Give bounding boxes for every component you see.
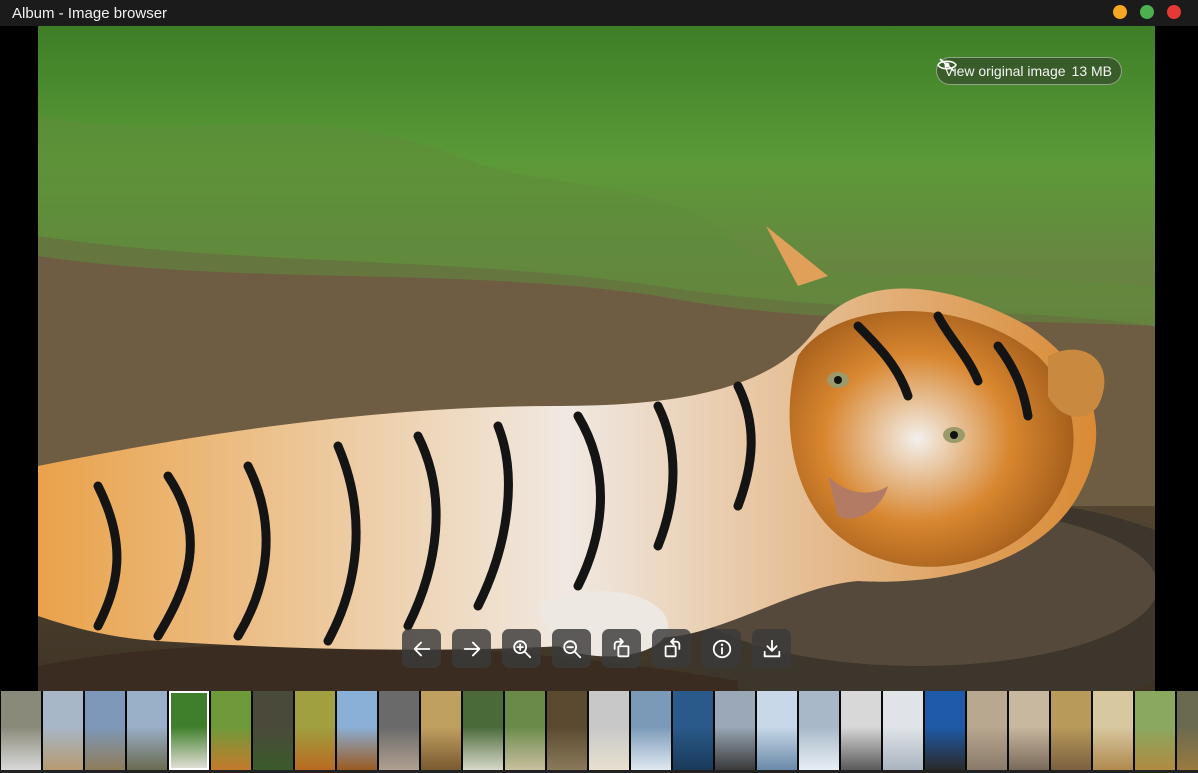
info-button[interactable] (702, 629, 741, 668)
previous-button[interactable] (402, 629, 441, 668)
thumbnail-red-panda[interactable] (211, 691, 251, 770)
thumbnail-meerkat[interactable] (379, 691, 419, 770)
thumbnail-zebras[interactable] (1, 691, 41, 770)
zoom-out-button[interactable] (552, 629, 591, 668)
thumbnail-penguins-in-snow[interactable] (883, 691, 923, 770)
thumbnail-polar-bears[interactable] (589, 691, 629, 770)
window-controls (1113, 5, 1181, 19)
close-button[interactable] (1167, 5, 1181, 19)
thumbnail-penguin-on-ice[interactable] (799, 691, 839, 770)
thumbnail-icebergs[interactable] (757, 691, 797, 770)
next-button[interactable] (452, 629, 491, 668)
window-title: Album - Image browser (12, 4, 168, 22)
thumbnail-autumn-hills[interactable] (421, 691, 461, 770)
main-image[interactable]: View original image 13 MB (38, 26, 1155, 691)
tiger-photo-illustration (38, 26, 1155, 691)
download-icon (763, 639, 780, 657)
thumbnail-sheep-on-meadow[interactable] (463, 691, 503, 770)
thumbnail-lion-portrait[interactable] (1177, 691, 1198, 770)
thumbnail-penguin-walking[interactable] (1009, 691, 1049, 770)
original-size: 13 MB (1071, 63, 1112, 79)
thumbnail-penguins-blue-sky[interactable] (925, 691, 965, 770)
thumbnail-savanna-landscape[interactable] (85, 691, 125, 770)
maximize-button[interactable] (1140, 5, 1154, 19)
thumbnail-squirrel[interactable] (295, 691, 335, 770)
download-button[interactable] (752, 629, 791, 668)
view-original-label: View original image (944, 63, 1066, 79)
thumbnail-zebras-on-savanna[interactable] (43, 691, 83, 770)
title-bar: Album - Image browser (0, 0, 1198, 26)
arrow-right-icon (463, 641, 480, 656)
thumbnail-penguins-on-ice[interactable] (631, 691, 671, 770)
minimize-button[interactable] (1113, 5, 1127, 19)
thumbnail-strip (0, 691, 1198, 770)
image-viewer: View original image 13 MB (0, 26, 1198, 691)
zoom-in-icon (512, 639, 531, 658)
thumbnail-penguin-colony[interactable] (841, 691, 881, 770)
thumbnail-penguins-on-beach[interactable] (967, 691, 1007, 770)
thumbnail-lion-cub[interactable] (1093, 691, 1133, 770)
rotate-right-button[interactable] (652, 629, 691, 668)
thumbnail-bison[interactable] (547, 691, 587, 770)
rotate-left-icon (613, 637, 629, 657)
thumbnail-lioness[interactable] (1051, 691, 1091, 770)
info-icon (712, 639, 731, 658)
thumbnail-zebras-grazing[interactable] (127, 691, 167, 770)
zoom-out-icon (562, 639, 581, 658)
rotate-left-button[interactable] (602, 629, 641, 668)
arrow-left-icon (413, 641, 430, 656)
thumbnail-lions-in-grass[interactable] (1135, 691, 1175, 770)
thumbnail-ocean-iceberg[interactable] (673, 691, 713, 770)
thumbnail-tree-trunk[interactable] (253, 691, 293, 770)
thumbnail-sheep-herd[interactable] (505, 691, 545, 770)
thumbnail-tiger[interactable] (169, 691, 209, 770)
zoom-in-button[interactable] (502, 629, 541, 668)
viewer-toolbar (402, 629, 791, 668)
eye-slash-icon (937, 58, 958, 72)
thumbnail-squirrel-on-log[interactable] (337, 691, 377, 770)
view-original-button[interactable]: View original image 13 MB (936, 57, 1122, 85)
rotate-right-icon (664, 637, 680, 657)
thumbnail-penguins-on-rocks[interactable] (715, 691, 755, 770)
